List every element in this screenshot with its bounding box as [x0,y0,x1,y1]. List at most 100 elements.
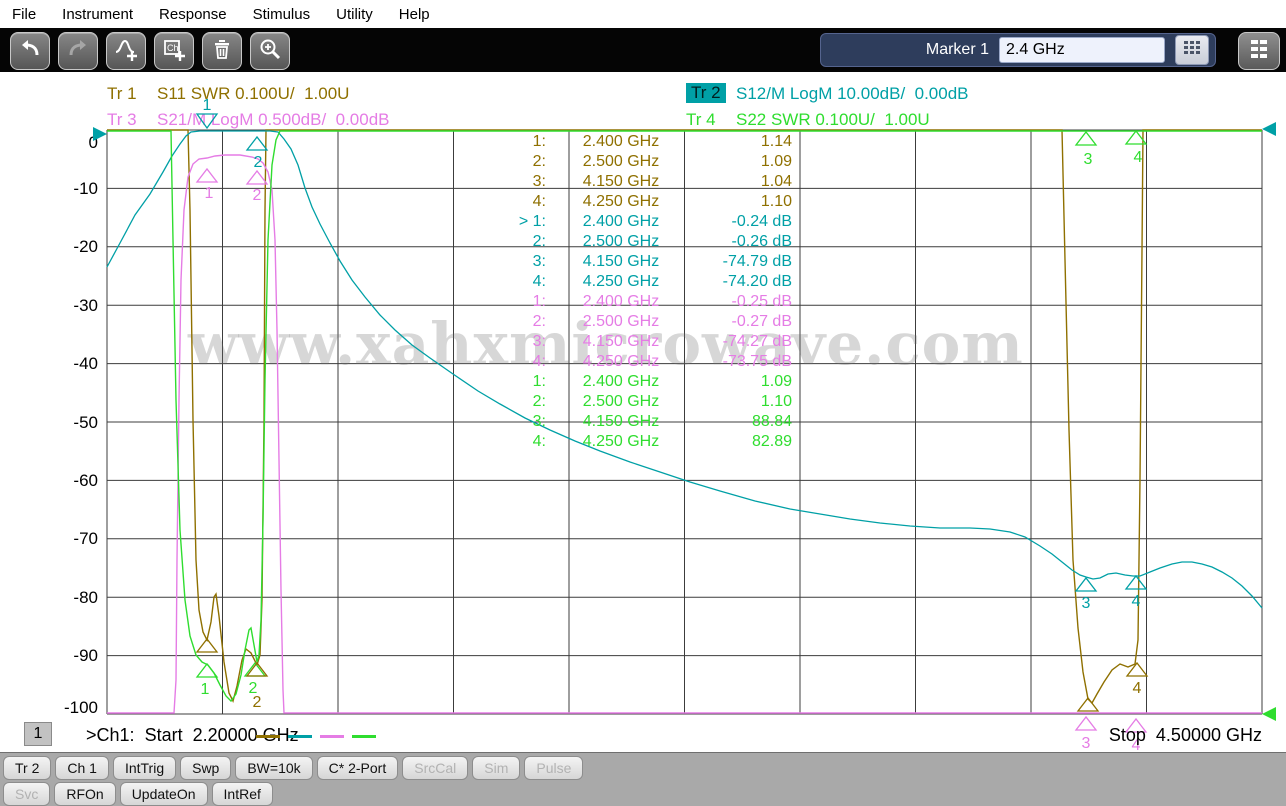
undo-button[interactable] [10,32,50,70]
trace1-format: S11 SWR 0.100U/ 1.00U [157,84,349,104]
add-channel-button[interactable]: Ch [154,32,194,70]
softkey-grid-icon [1249,38,1269,65]
softkey-update[interactable]: UpdateOn [120,782,208,806]
y-tick-10: -10 [36,179,98,199]
trace4-format: S22 SWR 0.100U/ 1.00U [736,110,930,130]
softkey-trigger[interactable]: IntTrig [113,756,176,780]
delete-button[interactable] [202,32,242,70]
add-trace-icon [114,37,138,66]
marker-row-active: > 1:2.400 GHz-0.24 dB [498,213,798,233]
legend-dash-tr2 [288,735,312,738]
trash-icon [210,37,234,66]
marker-row: 4:4.250 GHz-74.20 dB [498,273,798,293]
softkey-bandwidth[interactable]: BW=10k [235,756,312,780]
softkey-rf[interactable]: RFOn [54,782,115,806]
marker-label: 4 [1132,593,1141,610]
menu-response[interactable]: Response [159,6,227,23]
ref-arrow-right-teal-icon [1262,122,1276,136]
softkey-trace[interactable]: Tr 2 [3,756,51,780]
y-tick-100: -100 [36,698,98,718]
marker-row: 4:4.250 GHz82.89 [498,433,798,453]
marker-label: 2 [254,154,263,171]
marker-row: 4:4.250 GHz-73.75 dB [498,353,798,373]
vna-application-window: File Instrument Response Stimulus Utilit… [0,0,1286,806]
menu-bar: File Instrument Response Stimulus Utilit… [0,0,1286,28]
svg-text:Ch: Ch [167,43,179,53]
trace3-format: S21/M LogM 0.500dB/ 0.00dB [157,110,390,130]
add-trace-button[interactable] [106,32,146,70]
marker-row: 2:2.500 GHz-0.27 dB [498,313,798,333]
y-tick-0: 0 [36,133,98,153]
softkey-channel[interactable]: Ch 1 [55,756,109,780]
y-tick-60: -60 [36,471,98,491]
keypad-icon [1182,39,1202,62]
trace4-id[interactable]: Tr 4 [686,110,716,130]
marker-label: 3 [1084,151,1093,168]
menu-instrument[interactable]: Instrument [62,6,133,23]
zoom-in-icon [258,37,282,66]
redo-button[interactable] [58,32,98,70]
marker-label: 3 [1082,595,1091,612]
main-toolbar: Ch Marker 1 [0,28,1286,72]
marker-label: 4 [1134,149,1143,166]
trace3-id[interactable]: Tr 3 [107,110,137,130]
y-tick-80: -80 [36,588,98,608]
legend-dash-tr1 [256,735,280,738]
trace2-format: S12/M LogM 10.00dB/ 0.00dB [736,84,969,104]
marker-row: 2:2.500 GHz-0.26 dB [498,233,798,253]
softkey-reference[interactable]: IntRef [212,782,273,806]
y-tick-40: -40 [36,354,98,374]
legend-dash-tr3 [320,735,344,738]
marker-frequency-input[interactable] [999,37,1165,63]
legend-dash-tr4 [352,735,376,738]
trace1-id[interactable]: Tr 1 [107,84,137,104]
softkey-sweep[interactable]: Swp [180,756,231,780]
marker-label: 4 [1133,680,1142,697]
add-channel-icon: Ch [162,37,186,66]
zoom-button[interactable] [250,32,290,70]
channel-stop-info: Stop 4.50000 GHz [1040,725,1262,746]
marker-row: 3:4.150 GHz1.04 [498,173,798,193]
menu-stimulus[interactable]: Stimulus [253,6,311,23]
marker-label: 2 [253,694,262,711]
marker-row: 2:2.500 GHz1.10 [498,393,798,413]
softkey-srccal: SrcCal [402,756,468,780]
menu-help[interactable]: Help [399,6,430,23]
y-tick-20: -20 [36,237,98,257]
marker-row: 1:2.400 GHz1.14 [498,133,798,153]
marker-panel: Marker 1 [820,33,1216,67]
stop-frequency: 4.50000 GHz [1156,725,1262,745]
marker-label: 1 [205,185,214,202]
y-tick-70: -70 [36,529,98,549]
status-softkey-panel: Tr 2 Ch 1 IntTrig Swp BW=10k C* 2-Port S… [0,752,1286,806]
marker-label: 2 [253,187,262,204]
marker-label: 2 [249,680,258,697]
ref-arrow-right-green-icon [1262,707,1276,721]
softkey-cal[interactable]: C* 2-Port [317,756,399,780]
y-tick-90: -90 [36,646,98,666]
channel-badge[interactable]: 1 [24,722,52,746]
marker-row: 3:4.150 GHz-74.27 dB [498,333,798,353]
marker-keypad-button[interactable] [1175,35,1209,65]
marker-label: 1 [201,681,210,698]
marker-row: 2:2.500 GHz1.09 [498,153,798,173]
softkey-sim: Sim [472,756,520,780]
trace1-markers [197,639,1147,711]
undo-icon [18,37,42,66]
menu-utility[interactable]: Utility [336,6,373,23]
marker-row: 1:2.400 GHz1.09 [498,373,798,393]
y-tick-50: -50 [36,413,98,433]
menu-file[interactable]: File [12,6,36,23]
trace2-id[interactable]: Tr 2 [686,83,726,103]
redo-icon [66,37,90,66]
softkey-toggle-button[interactable] [1238,32,1280,70]
y-tick-30: -30 [36,296,98,316]
marker-row: 3:4.150 GHz-74.79 dB [498,253,798,273]
softkey-pulse: Pulse [524,756,583,780]
marker-row: 3:4.150 GHz88.84 [498,413,798,433]
marker-row: 4:4.250 GHz1.10 [498,193,798,213]
marker-row: 1:2.400 GHz-0.25 dB [498,293,798,313]
softkey-svc: Svc [3,782,50,806]
marker-panel-label: Marker 1 [926,41,989,59]
start-frequency: 2.20000 GHz [193,725,299,745]
